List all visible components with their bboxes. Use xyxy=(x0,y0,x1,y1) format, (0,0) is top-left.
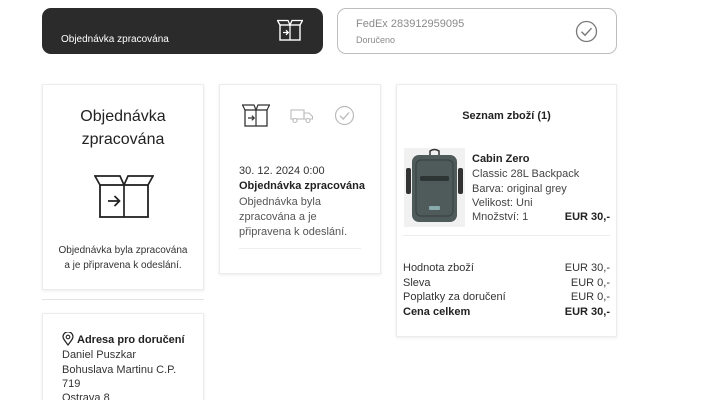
product-price: EUR 30,- xyxy=(564,211,610,223)
box-arrow-icon xyxy=(276,19,304,46)
items-divider xyxy=(403,235,610,236)
address-line: Ostrava 8 xyxy=(62,392,110,400)
summary-row: Hodnota zboží EUR 30,- xyxy=(403,262,610,274)
box-arrow-icon xyxy=(93,173,155,224)
event-title: Objednávka zpracována xyxy=(239,180,365,192)
summary-row: Poplatky za doručení EUR 0,- xyxy=(403,291,610,303)
truck-icon xyxy=(290,108,314,129)
product-quantity: Množství: 1 xyxy=(472,211,529,223)
status-processed-pill[interactable]: Objednávka zpracována xyxy=(42,8,323,54)
summary-value: EUR 0,- xyxy=(570,291,610,303)
summary-label: Sleva xyxy=(403,277,431,289)
address-heading-label: Adresa pro doručení xyxy=(77,334,185,346)
address-heading: Adresa pro doručení xyxy=(62,331,185,349)
total-value: EUR 30,- xyxy=(564,306,610,318)
summary-label: Poplatky za doručení xyxy=(403,291,506,303)
product-size: Velikost: Uni xyxy=(472,197,533,209)
check-circle-icon xyxy=(575,20,598,48)
summary-label: Hodnota zboží xyxy=(403,262,474,274)
order-status-title: Objednávka zpracována xyxy=(80,108,166,148)
timeline-divider xyxy=(239,248,361,249)
box-arrow-icon xyxy=(241,103,271,132)
order-timeline-card: 30. 12. 2024 0:00 Objednávka zpracována … xyxy=(219,84,381,274)
tracking-number[interactable]: FedEx 283912959095 xyxy=(356,18,464,30)
summary-row: Sleva EUR 0,- xyxy=(403,277,610,289)
product-color: Barva: original grey xyxy=(472,183,567,195)
order-status-description: Objednávka byla zpracována a je připrave… xyxy=(58,245,188,271)
check-circle-icon xyxy=(334,105,355,131)
order-items-card: Seznam zboží (1) Cabin Zero Classic 28L … xyxy=(396,84,617,337)
summary-total-row: Cena celkem EUR 30,- xyxy=(403,306,610,318)
status-shipping-pill[interactable]: FedEx 283912959095 Doručeno xyxy=(337,8,617,54)
section-divider xyxy=(42,299,204,300)
items-heading: Seznam zboží (1) xyxy=(462,110,551,122)
address-line: 719 xyxy=(62,378,81,390)
product-name[interactable]: Cabin Zero xyxy=(472,153,529,165)
order-status-card: Objednávka zpracována Objednávka byla zp… xyxy=(42,84,204,290)
delivery-state: Doručeno xyxy=(356,35,396,45)
product-model: Classic 28L Backpack xyxy=(472,168,580,180)
location-pin-icon xyxy=(62,331,74,349)
total-label: Cena celkem xyxy=(403,306,471,318)
summary-value: EUR 0,- xyxy=(570,277,610,289)
delivery-address-card: Adresa pro doručení Daniel Puszkar Bohus… xyxy=(42,313,204,400)
event-date: 30. 12. 2024 0:00 xyxy=(239,165,325,177)
event-description: Objednávka byla zpracována a je připrave… xyxy=(239,196,348,238)
processed-label: Objednávka zpracována xyxy=(61,34,169,45)
summary-value: EUR 30,- xyxy=(564,262,610,274)
address-line: Bohuslava Martinu C.P. xyxy=(62,364,177,376)
product-image[interactable] xyxy=(404,148,465,227)
address-line: Daniel Puszkar xyxy=(62,349,136,361)
